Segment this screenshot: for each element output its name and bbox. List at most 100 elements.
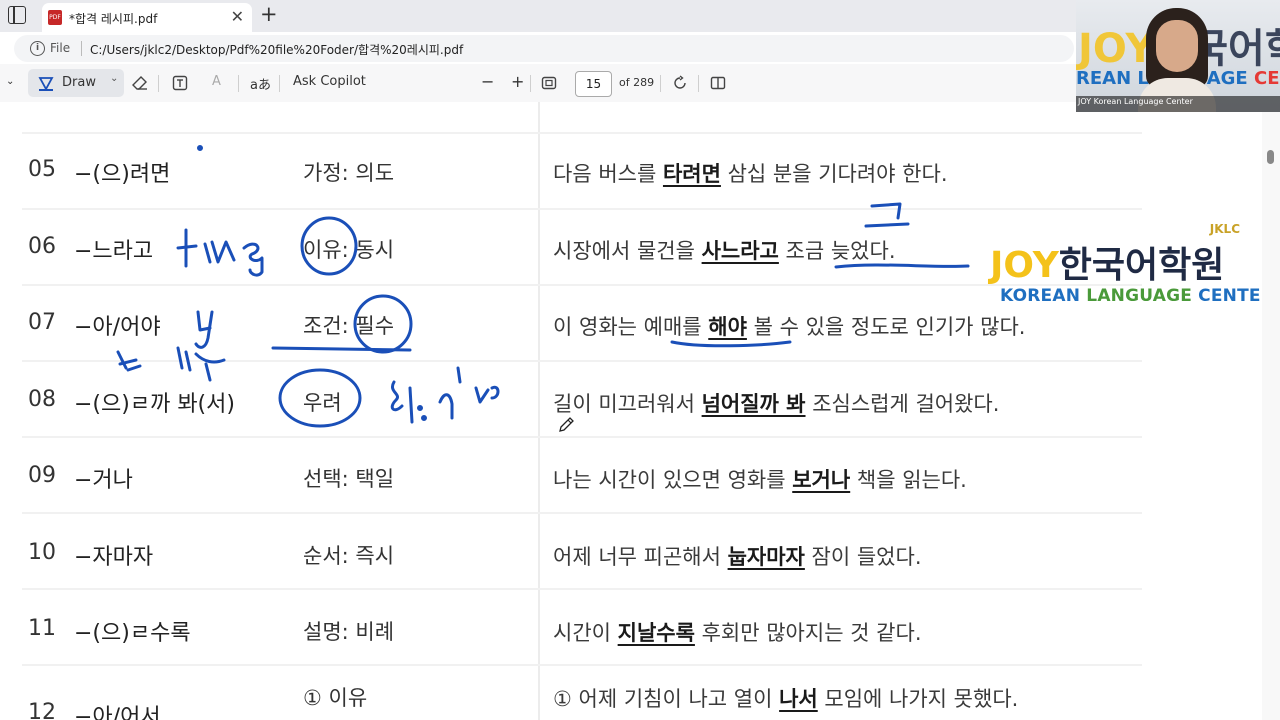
grammar-pattern: −자마자 bbox=[74, 545, 154, 570]
logo-subtitle: KOREAN LANGUAGE CENTER bbox=[1000, 286, 1262, 306]
fit-page-icon[interactable] bbox=[541, 75, 557, 91]
url-text[interactable]: C:/Users/jklc2/Desktop/Pdf%20file%20Fode… bbox=[90, 41, 463, 58]
grammar-pattern: −느라고 bbox=[74, 239, 154, 264]
example-text: 잠이 들었다. bbox=[804, 545, 922, 569]
vertical-scrollbar[interactable] bbox=[1262, 102, 1280, 720]
grammar-meaning: 우려 bbox=[303, 391, 342, 415]
example-highlight: 지날수록 bbox=[617, 621, 695, 645]
tab-pdf[interactable]: PDF *합격 레시피.pdf ✕ bbox=[42, 3, 252, 32]
row-divider bbox=[22, 360, 1142, 362]
example-sentence: 나는 시간이 있으면 영화를 보거나 책을 읽는다. bbox=[553, 464, 967, 494]
example-sentence: 다음 버스를 타려면 삼십 분을 기다려야 한다. bbox=[553, 158, 948, 188]
example-highlight: 나서 bbox=[779, 687, 818, 711]
logo-tag: JKLC bbox=[1209, 222, 1240, 236]
grammar-meaning: 순서: 즉시 bbox=[303, 544, 395, 568]
row-number: 12 bbox=[28, 700, 56, 720]
text-box-icon[interactable] bbox=[172, 75, 188, 91]
logo-sub-part: LANGUAGE bbox=[1086, 286, 1193, 306]
row-number: 09 bbox=[28, 463, 56, 488]
text-format-icon[interactable]: A bbox=[212, 74, 221, 89]
total-pages: of 289 bbox=[619, 76, 655, 89]
row-divider bbox=[22, 436, 1142, 438]
rotate-icon[interactable] bbox=[672, 75, 688, 91]
row-divider bbox=[22, 284, 1142, 286]
row-number: 11 bbox=[28, 616, 56, 641]
example-highlight: 사느라고 bbox=[701, 239, 779, 263]
grammar-pattern: −아/어서 bbox=[74, 705, 161, 720]
example-text: 조심스럽게 걸어왔다. bbox=[805, 392, 1000, 416]
example-sentence: 이 영화는 예매를 해야 볼 수 있을 정도로 인기가 많다. bbox=[553, 311, 1025, 341]
page-view-icon[interactable] bbox=[710, 75, 726, 91]
grammar-pattern: −(으)ㄹ까 봐(서) bbox=[74, 392, 235, 417]
row-divider bbox=[22, 588, 1142, 590]
example-highlight: 해야 bbox=[708, 315, 747, 339]
scroll-thumb[interactable] bbox=[1267, 150, 1274, 164]
zoom-out-button[interactable]: − bbox=[481, 72, 494, 91]
chevron-down-icon[interactable]: ⌄ bbox=[6, 76, 14, 87]
example-text: 나는 시간이 있으면 영화를 bbox=[553, 468, 793, 492]
logo-sub-part: CENTER bbox=[1198, 286, 1262, 306]
example-text: 후회만 많아지는 것 같다. bbox=[694, 621, 922, 645]
column-divider bbox=[538, 102, 540, 720]
grammar-meaning: ① 이유 bbox=[303, 686, 368, 710]
close-tab-icon[interactable]: ✕ bbox=[231, 7, 244, 26]
example-text: 다음 버스를 bbox=[553, 162, 663, 186]
row-number: 10 bbox=[28, 540, 56, 565]
logo-title: JOY한국어학원 bbox=[990, 236, 1224, 288]
url-divider bbox=[81, 41, 82, 56]
example-sentence: 길이 미끄러워서 넘어질까 봐 조심스럽게 걸어왔다. bbox=[553, 388, 999, 418]
grammar-meaning: 가정: 의도 bbox=[303, 161, 395, 185]
sidebar-toggle-icon[interactable] bbox=[8, 6, 26, 24]
toolbar-divider bbox=[698, 75, 699, 92]
row-number: 06 bbox=[28, 234, 56, 259]
toolbar-divider bbox=[660, 75, 661, 92]
row-number: 07 bbox=[28, 310, 56, 335]
grammar-meaning: 이유: 동시 bbox=[303, 238, 395, 262]
grammar-pattern: −(으)려면 bbox=[74, 162, 171, 187]
ask-copilot-button[interactable]: Ask Copilot bbox=[293, 74, 366, 89]
grammar-meaning: 조건: 필수 bbox=[303, 314, 395, 338]
grammar-pattern: −(으)ㄹ수록 bbox=[74, 621, 191, 646]
draw-button[interactable]: Draw ⌄ bbox=[28, 69, 124, 97]
academy-logo: JKLC JOY한국어학원 KOREAN LANGUAGE CENTER bbox=[990, 222, 1262, 312]
url-field[interactable]: i File C:/Users/jklc2/Desktop/Pdf%20file… bbox=[14, 35, 1074, 62]
grammar-meaning: 선택: 택일 bbox=[303, 467, 395, 491]
read-aloud-button[interactable]: aあ bbox=[250, 74, 271, 93]
new-tab-button[interactable]: + bbox=[260, 2, 278, 26]
pdf-file-icon: PDF bbox=[48, 10, 62, 25]
example-text: 삼십 분을 기다려야 한다. bbox=[720, 162, 948, 186]
address-prefix: File bbox=[50, 41, 71, 55]
example-highlight: 넘어질까 봐 bbox=[701, 392, 806, 416]
grammar-meaning: 설명: 비례 bbox=[303, 620, 395, 644]
row-divider bbox=[22, 512, 1142, 514]
example-text: 볼 수 있을 정도로 인기가 많다. bbox=[746, 315, 1026, 339]
logo-sub-part: KOREAN bbox=[1000, 286, 1087, 306]
webcam-overlay: JOY한국어학 REAN LANGUAGE CENTE bbox=[1076, 0, 1280, 112]
example-text: 어제 너무 피곤해서 bbox=[553, 545, 728, 569]
example-text: 길이 미끄러워서 bbox=[553, 392, 702, 416]
toolbar-divider bbox=[158, 75, 159, 92]
page-number-input[interactable]: 15 bbox=[575, 71, 612, 97]
pen-icon bbox=[38, 77, 54, 91]
eraser-icon[interactable] bbox=[132, 75, 148, 91]
pdf-page[interactable]: 05 −(으)려면 가정: 의도 다음 버스를 타려면 삼십 분을 기다려야 한… bbox=[0, 102, 1262, 720]
row-divider bbox=[22, 208, 1142, 210]
tab-title: *합격 레시피.pdf bbox=[69, 12, 158, 26]
example-text: 책을 읽는다. bbox=[850, 468, 967, 492]
toolbar-divider bbox=[238, 75, 239, 92]
grammar-pattern: −아/어야 bbox=[74, 315, 161, 340]
example-text: 모임에 나가지 못했다. bbox=[817, 687, 1019, 711]
info-icon[interactable]: i bbox=[30, 41, 45, 56]
example-sentence: 시장에서 물건을 사느라고 조금 늦었다. bbox=[553, 235, 896, 265]
row-number: 05 bbox=[28, 157, 56, 182]
toolbar-divider bbox=[530, 75, 531, 92]
webcam-caption: JOY Korean Language Center bbox=[1078, 97, 1193, 106]
example-text: 시간이 bbox=[553, 621, 618, 645]
zoom-in-button[interactable]: + bbox=[511, 72, 524, 91]
row-number: 08 bbox=[28, 387, 56, 412]
example-text: 이 영화는 예매를 bbox=[553, 315, 709, 339]
example-sentence: 어제 너무 피곤해서 눕자마자 잠이 들었다. bbox=[553, 541, 922, 571]
toolbar-divider bbox=[279, 75, 280, 92]
draw-chevron-icon[interactable]: ⌄ bbox=[110, 73, 118, 84]
example-sentence: 시간이 지날수록 후회만 많아지는 것 같다. bbox=[553, 617, 922, 647]
